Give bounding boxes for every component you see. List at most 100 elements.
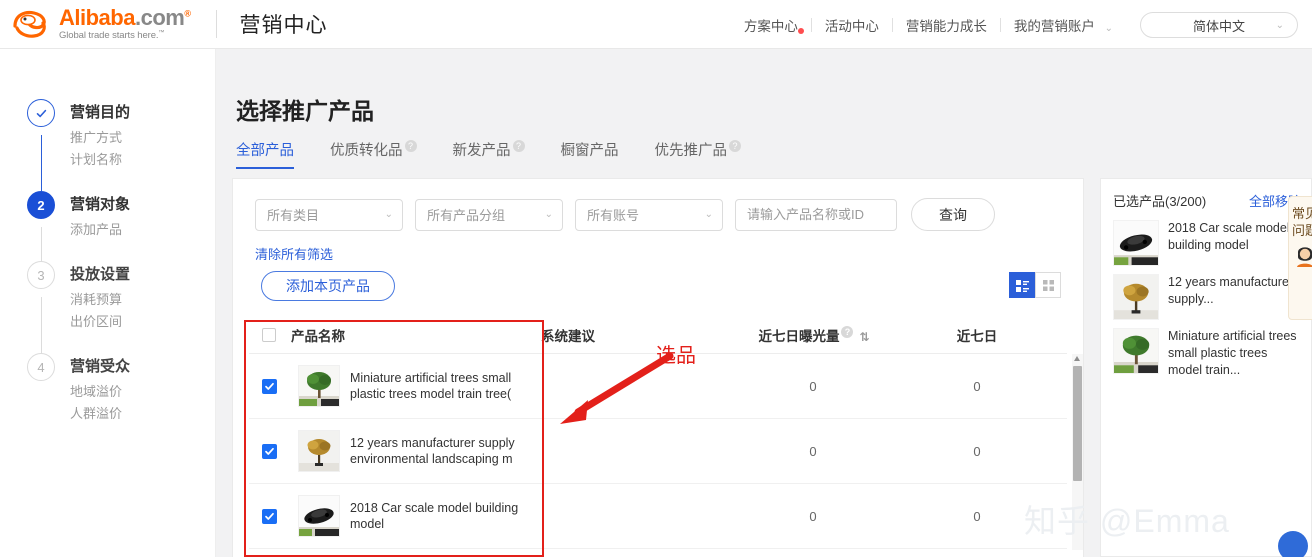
step-4-sub-2[interactable]: 人群溢价 xyxy=(70,403,130,425)
impressions-value: 0 xyxy=(809,443,817,459)
sidebar-item-step-1[interactable]: 营销目的 推广方式 计划名称 xyxy=(0,99,130,171)
product-cell: Miniature artificial trees small plastic… xyxy=(249,365,541,407)
logo-main-text: Alibaba xyxy=(59,5,135,31)
app-title: 营销中心 xyxy=(239,14,328,37)
nav-item-my-account-label: 我的营销账户 xyxy=(1013,18,1095,34)
watermark: 知乎 @Emma xyxy=(1024,503,1230,539)
sidebar-item-step-4[interactable]: 4 营销受众 地域溢价 人群溢价 xyxy=(0,353,130,425)
list-view-icon[interactable] xyxy=(1009,272,1035,298)
nav-item-marketing-growth-label: 营销能力成长 xyxy=(905,18,987,34)
selected-thumbnail-black-car xyxy=(1113,220,1159,266)
tab-all-products-label: 全部产品 xyxy=(236,143,294,159)
step-2-number: 2 xyxy=(37,197,45,213)
help-icon[interactable]: ? xyxy=(512,140,525,153)
step-connector-3 xyxy=(41,297,42,355)
faq-widget[interactable]: 常见问题 xyxy=(1288,196,1312,320)
scrollbar-thumb[interactable] xyxy=(1073,366,1082,481)
trademark-icon: ™ xyxy=(158,30,165,37)
header-name-label: 产品名称 xyxy=(291,328,345,344)
account-select[interactable]: 所有账号 ⌄ xyxy=(575,198,723,231)
header-divider xyxy=(216,10,218,38)
language-selector[interactable]: 简体中文 ⌄ xyxy=(1140,12,1298,38)
view-toggle xyxy=(1009,272,1061,298)
selected-thumbnail-gold-tree xyxy=(1113,274,1159,320)
help-icon[interactable]: ? xyxy=(404,140,417,153)
sidebar-item-step-3[interactable]: 3 投放设置 消耗预算 出价区间 xyxy=(0,261,130,333)
row-checkbox[interactable] xyxy=(262,378,277,394)
tab-high-conversion[interactable]: 优质转化品? xyxy=(330,139,417,169)
category-select[interactable]: 所有类目 ⌄ xyxy=(255,198,403,231)
add-page-products-button[interactable]: 添加本页产品 xyxy=(261,271,395,301)
scroll-up-arrow-icon[interactable] xyxy=(1074,356,1080,361)
step-connector-1 xyxy=(41,135,42,191)
logo-dotcom-text: .com xyxy=(134,5,185,31)
clicks-value: 0 xyxy=(973,378,981,394)
selected-products-header: 已选产品(3/200) 全部移除 xyxy=(1101,179,1311,216)
step-1-sub-1[interactable]: 推广方式 xyxy=(70,127,130,149)
list-item[interactable]: 2018 Car scale model building model xyxy=(1101,216,1311,270)
help-icon[interactable]: ? xyxy=(841,326,854,338)
row-checkbox[interactable] xyxy=(262,508,277,524)
nav-item-activity-center-label: 活动中心 xyxy=(824,18,879,34)
filter-bar: 所有类目 ⌄ 所有产品分组 ⌄ 所有账号 ⌄ 查询 xyxy=(255,198,995,231)
chevron-down-icon: ⌄ xyxy=(544,209,553,220)
tab-priority-products[interactable]: 优先推广品? xyxy=(655,139,741,169)
search-button[interactable]: 查询 xyxy=(911,198,995,231)
nav-item-plan-center-label: 方案中心 xyxy=(743,18,798,34)
selected-product-name: 2018 Car scale model building model xyxy=(1168,221,1290,252)
table-row[interactable]: 2018 Car scale model building model 0 0 xyxy=(249,484,1067,549)
faq-widget-label: 常见问题 xyxy=(1291,206,1312,238)
nav-item-activity-center[interactable]: 活动中心 xyxy=(812,15,892,35)
list-item[interactable]: Miniature artificial trees small plastic… xyxy=(1101,324,1311,383)
list-item[interactable]: 12 years manufacturer supply... xyxy=(1101,270,1311,324)
floating-action-dot[interactable] xyxy=(1278,531,1308,557)
nav-item-my-account[interactable]: 我的营销账户 ⌄ xyxy=(1001,15,1126,35)
tab-showcase-products-label: 橱窗产品 xyxy=(560,143,619,159)
alibaba-logo[interactable]: Alibaba.com® Global trade starts here.™ xyxy=(12,5,191,42)
logo-tagline: Global trade starts here. xyxy=(59,30,159,42)
page-title: 选择推广产品 xyxy=(236,98,374,124)
search-input[interactable] xyxy=(735,198,897,231)
grid-view-icon[interactable] xyxy=(1035,272,1061,298)
tab-new-products[interactable]: 新发产品? xyxy=(453,139,525,169)
product-thumbnail-gold-tree xyxy=(298,430,340,472)
category-select-label: 所有类目 xyxy=(267,208,320,223)
step-3-sub-2[interactable]: 出价区间 xyxy=(70,311,130,333)
tab-new-products-label: 新发产品 xyxy=(452,143,511,159)
product-tabs: 全部产品 优质转化品? 新发产品? 橱窗产品 优先推广品? xyxy=(236,139,777,169)
selected-product-name: Miniature artificial trees small plastic… xyxy=(1168,329,1297,377)
step-1-sub-2[interactable]: 计划名称 xyxy=(70,149,130,171)
tab-showcase-products[interactable]: 橱窗产品 xyxy=(561,139,619,169)
notification-dot-icon xyxy=(797,27,804,34)
sidebar-stepper: 营销目的 推广方式 计划名称 2 营销对象 添加产品 3 投放设置 消耗预算 出… xyxy=(0,49,216,557)
tab-high-conversion-label: 优质转化品 xyxy=(330,143,403,159)
nav-item-plan-center[interactable]: 方案中心 xyxy=(731,15,811,35)
help-icon[interactable]: ? xyxy=(729,140,741,153)
sort-icon[interactable]: ⇅ xyxy=(859,330,869,344)
step-2-sub-1[interactable]: 添加产品 xyxy=(70,219,130,241)
product-name: 12 years manufacturer supply environment… xyxy=(350,436,515,466)
step-2-title: 营销对象 xyxy=(70,196,131,213)
product-group-select[interactable]: 所有产品分组 ⌄ xyxy=(415,198,563,231)
selected-product-name: 12 years manufacturer supply... xyxy=(1168,275,1294,306)
chevron-down-icon: ⌄ xyxy=(704,209,713,220)
header-impressions-label: 近七日曝光量 xyxy=(758,328,840,344)
select-all-checkbox[interactable] xyxy=(262,327,276,342)
step-3-sub-1[interactable]: 消耗预算 xyxy=(70,289,130,311)
selected-products-title: 已选产品(3/200) xyxy=(1113,194,1207,209)
clicks-value: 0 xyxy=(973,443,981,459)
step-3-circle: 3 xyxy=(27,261,55,289)
product-group-select-label: 所有产品分组 xyxy=(427,208,506,223)
header-cell-impressions: 近七日曝光量? ⇅ xyxy=(723,325,903,345)
registered-icon: ® xyxy=(184,8,191,19)
step-2-circle: 2 xyxy=(27,191,55,219)
tab-all-products[interactable]: 全部产品 xyxy=(236,139,294,169)
selected-thumbnail-green-tree xyxy=(1113,328,1159,374)
step-4-sub-1[interactable]: 地域溢价 xyxy=(70,381,130,403)
clear-filters-link[interactable]: 清除所有筛选 xyxy=(255,244,333,263)
row-checkbox[interactable] xyxy=(262,443,277,459)
sidebar-item-step-2[interactable]: 2 营销对象 添加产品 xyxy=(0,191,130,241)
step-3-title: 投放设置 xyxy=(70,266,131,283)
header-cell-clicks: 近七日 xyxy=(956,328,998,344)
nav-item-marketing-growth[interactable]: 营销能力成长 xyxy=(893,15,1000,35)
